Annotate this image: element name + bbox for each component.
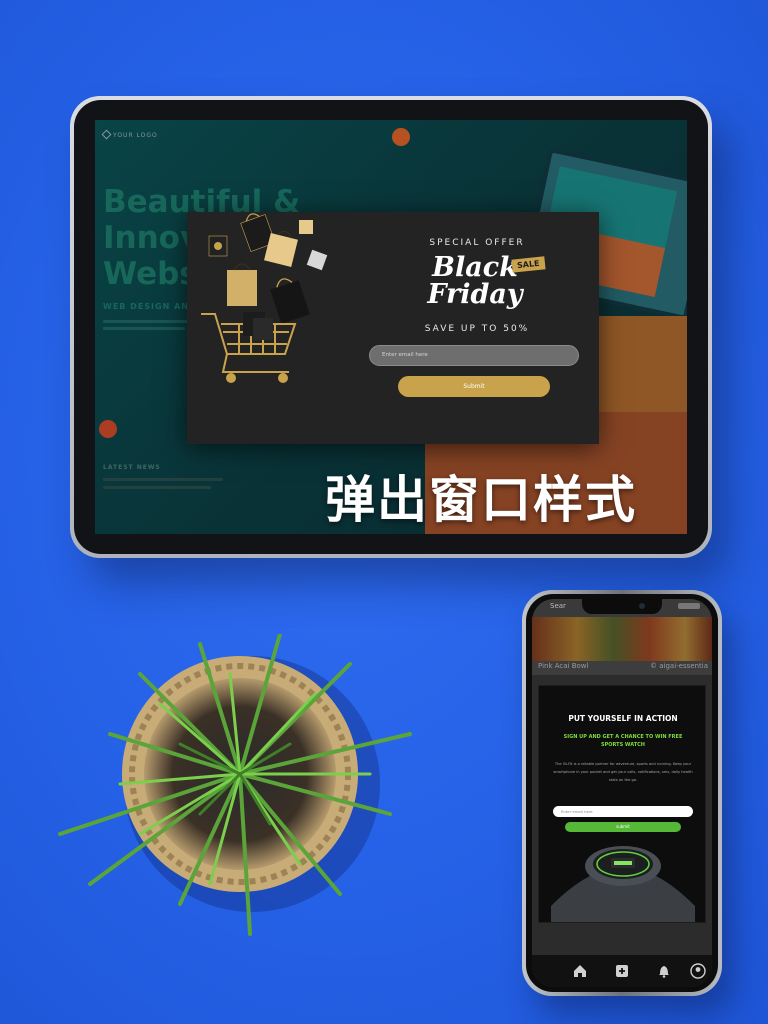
submit-button[interactable]: submit (565, 822, 681, 832)
phone-screen: Sear Pink Acai Bowl © aigai-essentia PUT… (532, 599, 712, 987)
photo-caption: Pink Acai Bowl (538, 662, 589, 670)
popup-body-line: The Gt-Fit is a reliable partner for adv… (554, 762, 692, 766)
shopping-cart-illustration (201, 213, 328, 383)
photo-overlay (532, 617, 712, 661)
popup-title: PUT YOURSELF IN ACTION (568, 714, 678, 723)
special-offer-label: SPECIAL OFFER (429, 238, 525, 248)
title-line: Friday (427, 279, 523, 310)
camera-icon (639, 603, 645, 609)
popup-body-line: smartphone in your pocket and get your c… (553, 770, 693, 774)
battery-icon (678, 603, 700, 609)
phone-notch (582, 599, 662, 614)
tablet-screen: YOUR LOGO Beautiful & Innov Webs WEB DES… (95, 120, 687, 534)
phone-device: Sear Pink Acai Bowl © aigai-essentia PUT… (522, 590, 722, 996)
caption: 弹出窗口样式 (325, 470, 637, 529)
discount-text: SAVE UP TO 50% (424, 324, 530, 334)
popup-subtitle: SIGN UP AND GET A CHANCE TO WIN FREE (563, 734, 683, 740)
profile-icon[interactable] (690, 963, 706, 979)
popup-body-line: stats on the go. (608, 778, 638, 782)
email-field[interactable]: Enter email here (553, 806, 693, 817)
smartwatch-image (551, 846, 695, 922)
tablet-device: YOUR LOGO Beautiful & Innov Webs WEB DES… (70, 96, 712, 558)
smartwatch-popup: PUT YOURSELF IN ACTION SIGN UP AND GET A… (538, 685, 706, 923)
submit-button[interactable]: Submit (398, 376, 550, 397)
photo-credit: © aigai-essentia (650, 662, 708, 670)
search-label: Sear (550, 602, 566, 610)
popup-subtitle: SPORTS WATCH (601, 742, 645, 748)
email-field[interactable]: Enter email here (369, 345, 579, 366)
potted-plant-image (58, 634, 412, 936)
bell-icon[interactable] (656, 963, 672, 979)
add-icon[interactable] (614, 963, 630, 979)
black-friday-popup: SPECIAL OFFER Black Friday SALE SAVE UP … (187, 212, 599, 444)
home-icon[interactable] (572, 963, 588, 979)
